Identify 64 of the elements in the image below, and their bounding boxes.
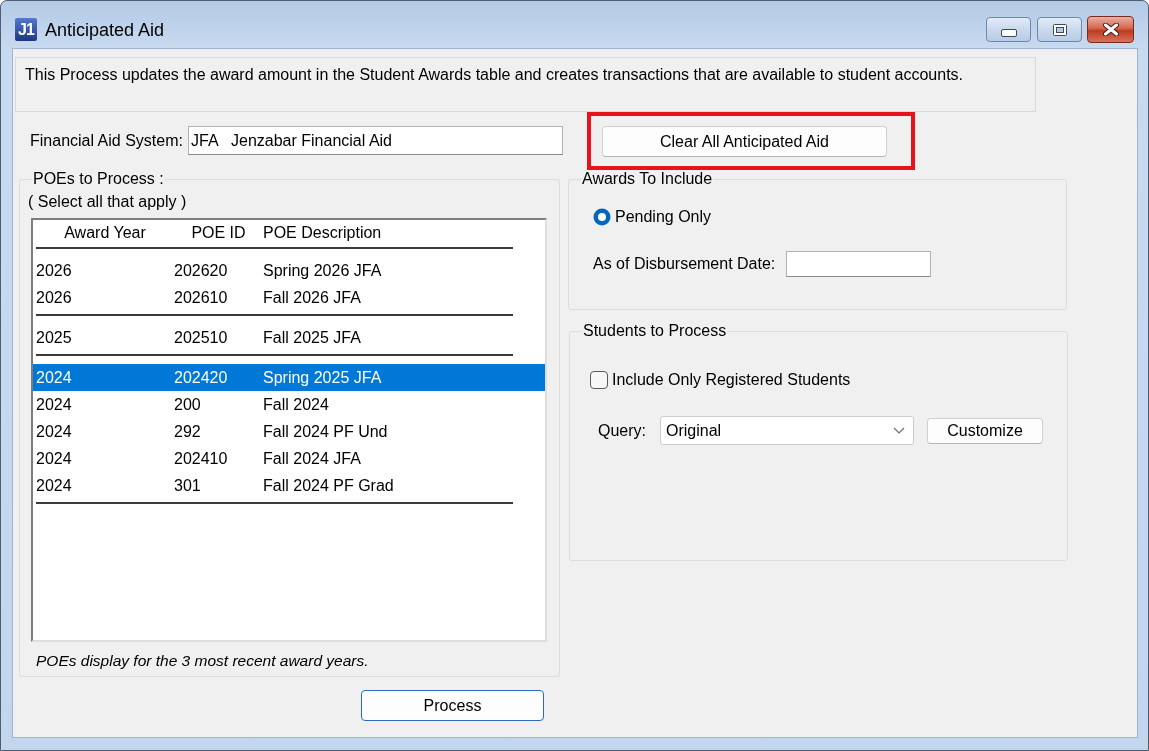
group-title: Awards To Include <box>581 170 714 188</box>
poe-id-cell: 202420 <box>174 368 228 386</box>
close-icon <box>1102 23 1119 36</box>
poe-id-cell: 202610 <box>174 288 228 306</box>
radio-icon[interactable] <box>593 208 611 226</box>
poe-id-cell: 202620 <box>174 261 228 279</box>
description-cell: Spring 2025 JFA <box>263 368 382 386</box>
date-field[interactable] <box>786 251 931 277</box>
list-row[interactable]: 2026 202610 Fall 2026 JFA <box>33 284 545 311</box>
list-row[interactable]: 2026 202620 Spring 2026 JFA <box>33 257 545 284</box>
year-cell: 2024 <box>36 476 72 494</box>
minimize-button[interactable] <box>986 17 1031 42</box>
description-cell: Spring 2026 JFA <box>263 261 382 279</box>
description-cell: Fall 2024 <box>263 395 329 413</box>
field-label: Query: <box>598 421 647 440</box>
description-cell: Fall 2024 PF Und <box>263 422 388 440</box>
field-label: As of Disbursement Date: <box>593 255 777 273</box>
system-field[interactable]: JFA Jenzabar Financial Aid <box>188 126 563 155</box>
description-cell: Fall 2024 PF Grad <box>263 476 394 494</box>
year-cell: 2024 <box>36 368 72 386</box>
close-button[interactable] <box>1087 16 1134 43</box>
column-header: Award Year <box>64 224 146 241</box>
group-title: Students to Process <box>582 322 728 340</box>
clear-button[interactable]: Clear All Anticipated Aid <box>602 126 887 157</box>
column-header: POE Description <box>263 224 382 241</box>
column-header: POE ID <box>191 224 246 241</box>
checkbox-label: Include Only Registered Students <box>612 371 851 389</box>
description-cell: Fall 2026 JFA <box>263 288 361 306</box>
year-cell: 2024 <box>36 449 72 467</box>
description-cell: Fall 2024 JFA <box>263 449 361 467</box>
poe-id-cell: 202410 <box>174 449 228 467</box>
checkbox-icon[interactable] <box>590 371 608 389</box>
year-cell: 2024 <box>36 395 72 413</box>
maximize-button[interactable] <box>1037 17 1082 42</box>
list-row[interactable]: 2025 202510 Fall 2025 JFA <box>33 324 545 351</box>
app-logo: J1 <box>15 18 37 41</box>
year-cell: 2024 <box>36 422 72 440</box>
year-cell: 2026 <box>36 261 72 279</box>
list-row[interactable]: 2024 200 Fall 2024 <box>33 391 545 418</box>
poe-id-cell: 202510 <box>174 328 228 346</box>
description-cell: Fall 2025 JFA <box>263 328 361 346</box>
process-button[interactable]: Process <box>361 690 544 721</box>
group-title: POEs to Process : <box>32 170 165 188</box>
chevron-down-icon <box>893 427 905 434</box>
query-dropdown[interactable]: Original <box>660 416 914 445</box>
poe-id-cell: 200 <box>174 395 201 413</box>
maximize-icon <box>1052 23 1067 36</box>
poe-id-cell: 292 <box>174 422 201 440</box>
year-cell: 2025 <box>36 328 72 346</box>
description-text: This Process updates the award amount in the Student Awards table and creates transactions that are available to student accounts. <box>25 66 964 83</box>
poe-list[interactable] <box>31 218 547 642</box>
footnote-text: POEs display for the 3 most recent award years. <box>36 652 369 670</box>
customize-button[interactable]: Customize <box>927 417 1043 444</box>
list-row[interactable]: 2024 301 Fall 2024 PF Grad <box>33 472 545 499</box>
poe-id-cell: 301 <box>174 476 201 494</box>
hint-text: ( Select all that apply ) <box>28 193 187 211</box>
window-title: Anticipated Aid <box>45 18 165 41</box>
option-label: Pending Only <box>615 208 712 226</box>
minimize-icon <box>1000 28 1017 37</box>
field-label: Financial Aid System: <box>30 131 183 150</box>
year-cell: 2026 <box>36 288 72 306</box>
list-row[interactable]: 2024 202410 Fall 2024 JFA <box>33 445 545 472</box>
list-row[interactable]: 2024 202420 Spring 2025 JFA <box>33 364 545 391</box>
list-row[interactable]: 2024 292 Fall 2024 PF Und <box>33 418 545 445</box>
